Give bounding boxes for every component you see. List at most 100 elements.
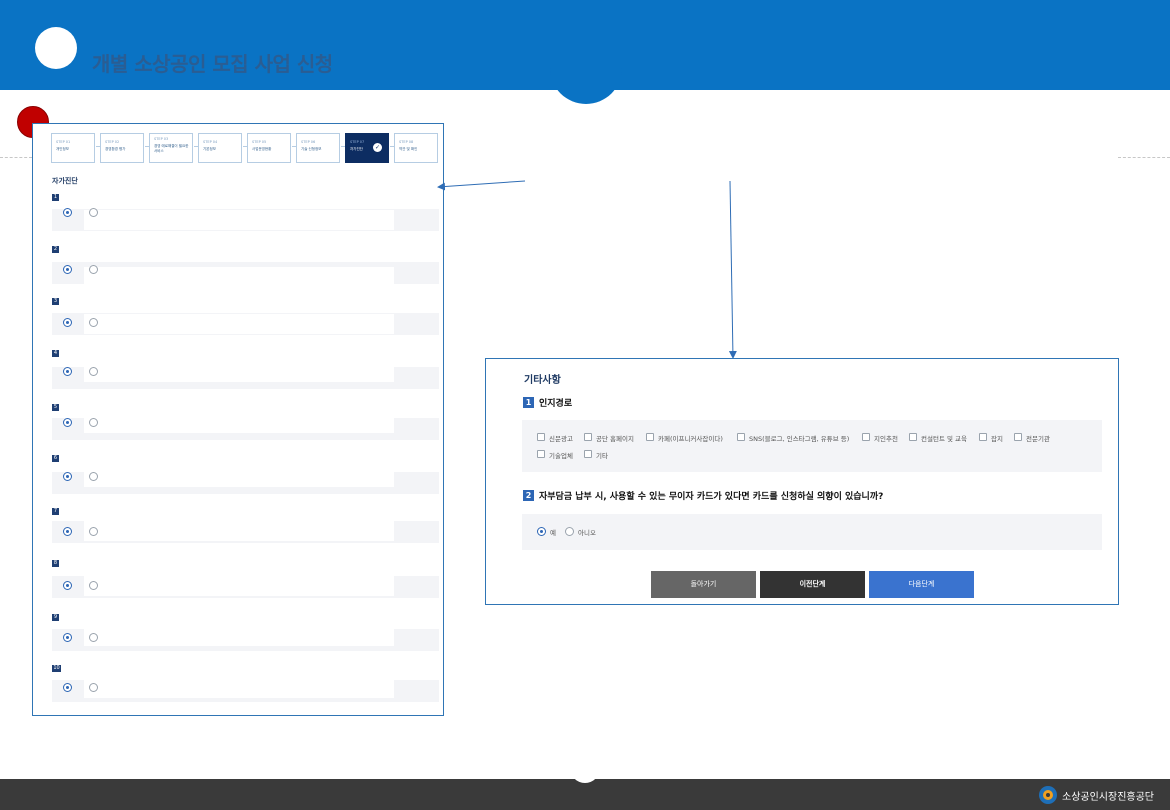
sns-checkbox[interactable] <box>737 433 745 441</box>
checkbox-label: SNS(블로그, 인스타그램, 유튜브 등) <box>749 435 850 443</box>
step-label: 경영환경 평가 <box>105 147 126 151</box>
answer-strip <box>84 626 394 646</box>
org-name: 소상공인시장진흥공단 <box>1062 792 1154 803</box>
section-title: 기타사항 <box>524 375 561 386</box>
question-number-badge: 2 <box>523 490 534 501</box>
page: 개별 소상공인 모집 사업 신청 STEP 01 개인정보 STEP 02 경영… <box>0 0 1170 810</box>
page-title: 개별 소상공인 모집 사업 신청 <box>92 52 333 76</box>
checkbox-label: 기타 <box>596 452 608 460</box>
step-label: 약관 및 확인 <box>399 147 418 151</box>
no-radio[interactable] <box>89 208 98 217</box>
step-4[interactable]: STEP 04 기본정보 <box>198 133 242 163</box>
step-number: STEP 01 <box>56 140 71 144</box>
checkbox-label: 컨설턴트 및 교육 <box>921 435 967 443</box>
answer-strip <box>84 467 394 487</box>
yes-radio[interactable] <box>63 633 72 642</box>
yes-radio[interactable] <box>63 418 72 427</box>
referral-checkbox[interactable] <box>862 433 870 441</box>
step-5[interactable]: STEP 05 사업운영현황 <box>247 133 291 163</box>
consultant-checkbox[interactable] <box>909 433 917 441</box>
divider-left <box>0 157 32 158</box>
back-button[interactable]: 돌아가기 <box>651 571 756 598</box>
yes-radio[interactable] <box>63 318 72 327</box>
question-number-badge: 2 <box>52 246 59 253</box>
awareness-options-box: 신문광고 공단 홈페이지 카페(이프니커사잡이다) SNS(블로그, 인스타그램… <box>522 420 1102 472</box>
step-3[interactable]: STEP 03 경영 애로해결이 필요한 서비스 <box>149 133 193 163</box>
step-label: 기본정보 <box>203 147 216 151</box>
yes-radio[interactable] <box>63 472 72 481</box>
no-radio[interactable] <box>89 318 98 327</box>
step-number: STEP 07 <box>350 140 365 144</box>
question-number-badge: 8 <box>52 560 59 567</box>
step-2[interactable]: STEP 02 경영환경 평가 <box>100 133 144 163</box>
no-radio[interactable] <box>89 367 98 376</box>
tech-company-checkbox[interactable] <box>537 450 545 458</box>
no-radio[interactable] <box>89 418 98 427</box>
step-6[interactable]: STEP 06 기술 신청정보 <box>296 133 340 163</box>
other-checkbox[interactable] <box>584 450 592 458</box>
radio-label: 예 <box>550 529 556 537</box>
checkmark-icon: ✓ <box>373 143 382 152</box>
step-label: 경영 애로해결이 필요한 서비스 <box>154 144 189 153</box>
no-radio[interactable] <box>565 527 574 536</box>
yes-radio[interactable] <box>63 208 72 217</box>
checkbox-label: 지인추천 <box>874 435 898 443</box>
step-label: 자가진단 <box>350 147 363 151</box>
yes-radio[interactable] <box>63 581 72 590</box>
step-number: STEP 06 <box>301 140 316 144</box>
answer-strip <box>84 413 394 433</box>
previous-step-button[interactable]: 이전단계 <box>760 571 865 598</box>
step-8[interactable]: STEP 08 약관 및 확인 <box>394 133 438 163</box>
yes-radio[interactable] <box>63 265 72 274</box>
checkbox-label: 카페(이프니커사잡이다) <box>658 435 723 443</box>
header-circle-icon <box>35 27 77 69</box>
no-radio[interactable] <box>89 633 98 642</box>
org-logo-icon <box>1039 786 1057 804</box>
question-number-badge: 1 <box>523 397 534 408</box>
step-label: 기술 신청정보 <box>301 147 322 151</box>
footer-bar <box>0 779 1170 810</box>
yes-radio[interactable] <box>63 683 72 692</box>
next-step-button[interactable]: 다음단계 <box>869 571 974 598</box>
arrow-to-right-panel <box>728 180 737 359</box>
yes-radio[interactable] <box>63 527 72 536</box>
arrow-to-left-panel <box>437 180 526 191</box>
yes-radio[interactable] <box>63 367 72 376</box>
question-text: 자부담금 납부 시, 사용할 수 있는 무이자 카드가 있다면 카드를 신청하실… <box>539 492 884 502</box>
header-tab-shape <box>550 66 622 104</box>
newspaper-checkbox[interactable] <box>537 433 545 441</box>
radio-label: 아니오 <box>578 529 596 537</box>
cafe-checkbox[interactable] <box>646 433 654 441</box>
homepage-checkbox[interactable] <box>584 433 592 441</box>
question-number-badge: 6 <box>52 455 59 462</box>
answer-strip <box>84 678 394 698</box>
no-radio[interactable] <box>89 265 98 274</box>
question-text: 인지경로 <box>539 399 573 409</box>
no-radio[interactable] <box>89 683 98 692</box>
institution-checkbox[interactable] <box>1014 433 1022 441</box>
answer-strip <box>84 210 394 230</box>
checkbox-label: 공단 홈페이지 <box>596 435 634 443</box>
other-matters-panel: 기타사항 1 인지경로 신문광고 공단 홈페이지 카페(이프니커사잡이다) SN… <box>485 358 1119 605</box>
no-radio[interactable] <box>89 581 98 590</box>
question-number-badge: 7 <box>52 508 59 515</box>
question-number-badge: 1 <box>52 194 59 201</box>
no-radio[interactable] <box>89 527 98 536</box>
step-label: 개인정보 <box>56 147 69 151</box>
answer-strip <box>84 314 394 334</box>
step-number: STEP 03 <box>154 137 169 141</box>
step-number: STEP 08 <box>399 140 414 144</box>
step-number: STEP 04 <box>203 140 218 144</box>
question-number-badge: 10 <box>52 665 61 672</box>
step-7-active[interactable]: STEP 07 자가진단 ✓ <box>345 133 389 163</box>
answer-strip <box>84 576 394 596</box>
answer-strip <box>84 362 394 382</box>
checkbox-label: 신문광고 <box>549 435 573 443</box>
no-radio[interactable] <box>89 472 98 481</box>
magazine-checkbox[interactable] <box>979 433 987 441</box>
divider-right <box>1118 157 1170 158</box>
answer-strip <box>84 267 394 287</box>
checkbox-label: 전문기관 <box>1026 435 1050 443</box>
step-1[interactable]: STEP 01 개인정보 <box>51 133 95 163</box>
yes-radio[interactable] <box>537 527 546 536</box>
